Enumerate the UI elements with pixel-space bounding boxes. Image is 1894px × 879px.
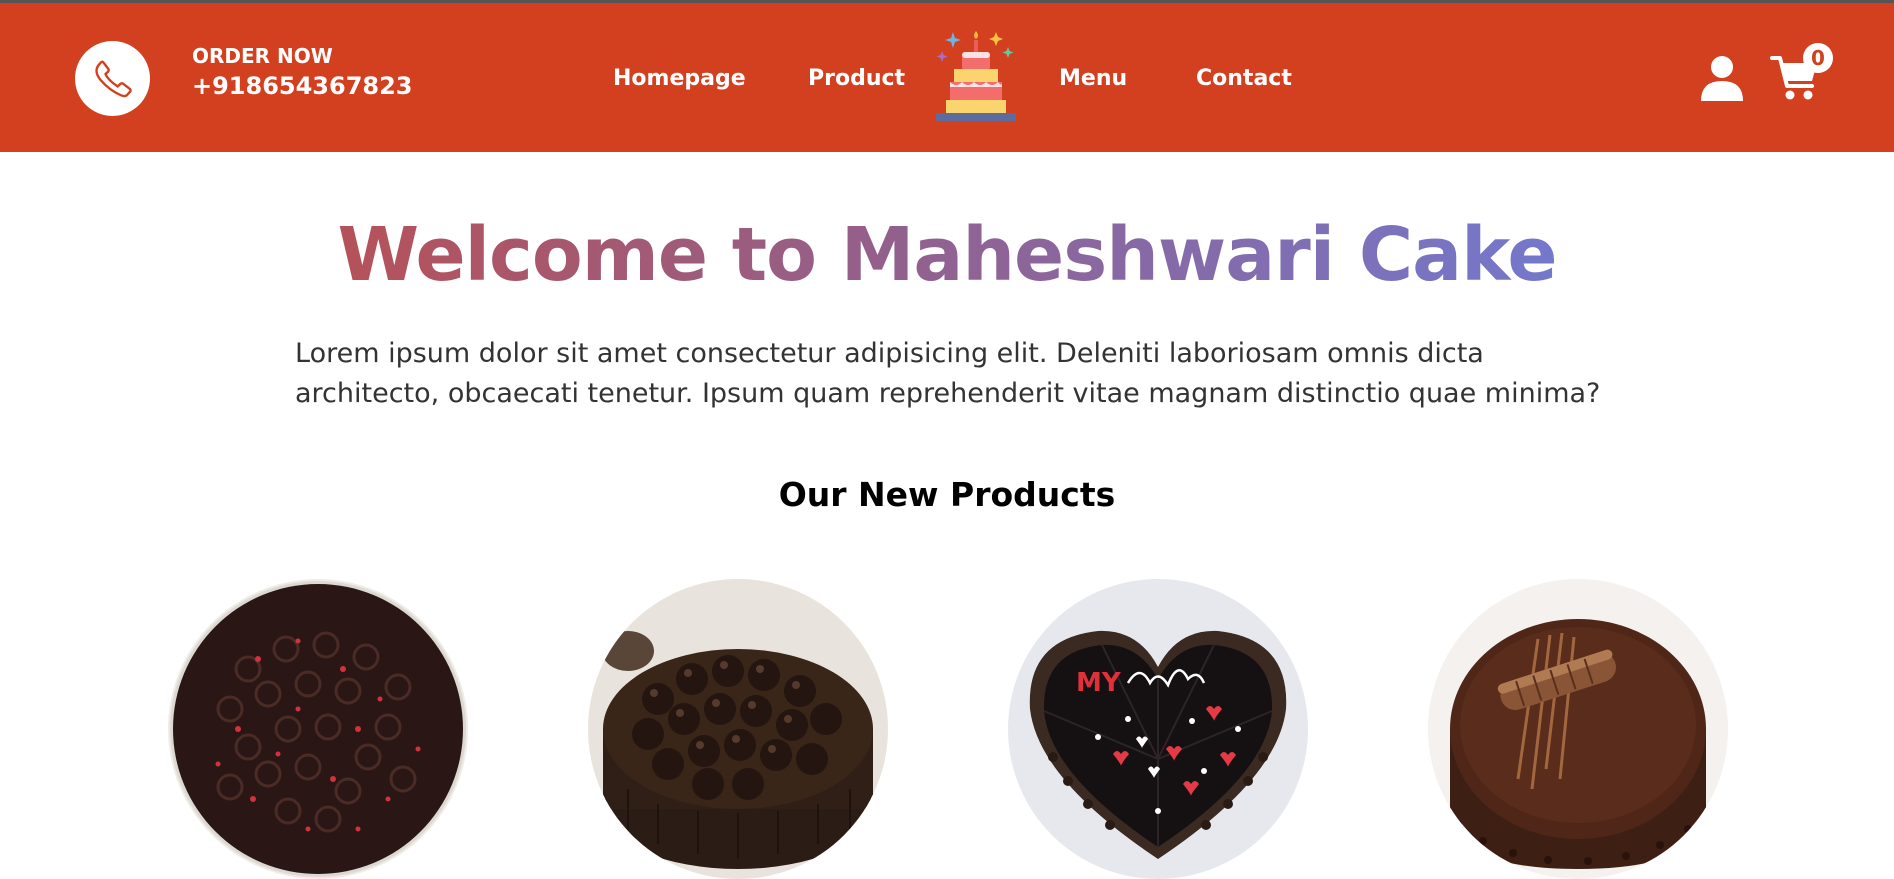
order-now-label: ORDER NOW xyxy=(192,44,333,68)
new-products-heading: Our New Products xyxy=(778,475,1116,514)
product-card-ganache-cake[interactable] xyxy=(1428,579,1728,879)
hero-description: Lorem ipsum dolor sit amet consectetur a… xyxy=(295,338,1601,409)
navbar: ORDER NOW +918654367823 Homepage Product… xyxy=(0,3,1894,152)
nav-contact[interactable]: Contact xyxy=(1196,65,1292,93)
product-card-heart-cake[interactable]: MY xyxy=(1008,579,1308,879)
nav-menu[interactable]: Menu xyxy=(1059,65,1127,93)
cart-count-badge: 0 xyxy=(1803,43,1833,73)
product-card-rosette-cake[interactable] xyxy=(168,579,468,879)
product-image-truffle-cake xyxy=(588,579,888,879)
product-card-truffle-cake[interactable] xyxy=(588,579,888,879)
order-now-block: ORDER NOW +918654367823 xyxy=(192,43,413,101)
phone-icon[interactable] xyxy=(75,41,150,116)
product-image-rosette-cake xyxy=(168,579,468,879)
nav-homepage[interactable]: Homepage xyxy=(613,65,746,93)
nav-product[interactable]: Product xyxy=(808,65,905,93)
product-image-ganache-cake xyxy=(1428,579,1728,879)
cake-inscription: MY xyxy=(1076,668,1122,698)
cake-logo[interactable] xyxy=(930,27,1022,125)
phone-handset-glyph xyxy=(94,60,132,97)
cake-logo-icon xyxy=(936,31,1016,121)
product-image-heart-cake: MY xyxy=(1008,579,1308,879)
hero-title-text: Welcome to Maheshwari Cake xyxy=(337,211,1557,298)
user-icon[interactable] xyxy=(1699,55,1745,101)
hero-title: Welcome to Maheshwari Cake xyxy=(0,210,1894,300)
order-phone-number[interactable]: +918654367823 xyxy=(192,71,413,101)
user-glyph xyxy=(1701,56,1743,101)
